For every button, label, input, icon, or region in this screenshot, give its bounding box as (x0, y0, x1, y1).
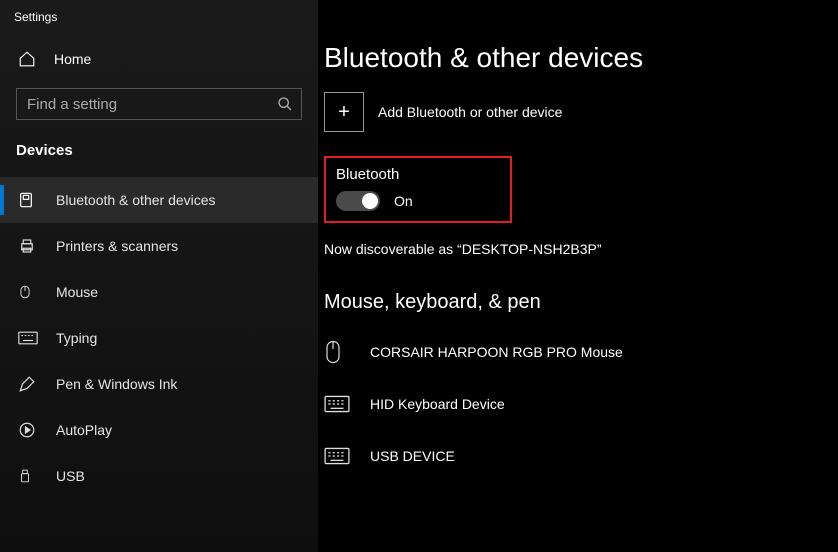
section-title: Devices (0, 134, 318, 167)
nav-item-label: Pen & Windows Ink (56, 376, 177, 392)
device-name: HID Keyboard Device (370, 396, 505, 412)
pen-icon (18, 375, 38, 393)
autoplay-icon (18, 421, 38, 439)
usb-icon (18, 467, 38, 485)
mouse-icon (324, 340, 352, 364)
device-name: USB DEVICE (370, 448, 455, 464)
bluetooth-icon (18, 190, 38, 210)
device-item[interactable]: CORSAIR HARPOON RGB PRO Mouse (324, 326, 838, 378)
search-input[interactable] (27, 96, 277, 113)
nav-item-bluetooth[interactable]: Bluetooth & other devices (0, 177, 318, 223)
device-name: CORSAIR HARPOON RGB PRO Mouse (370, 344, 623, 360)
nav-item-pen[interactable]: Pen & Windows Ink (0, 361, 318, 407)
devices-heading: Mouse, keyboard, & pen (324, 291, 838, 314)
nav-item-autoplay[interactable]: AutoPlay (0, 407, 318, 453)
plus-icon: + (324, 92, 364, 132)
bluetooth-toggle[interactable] (336, 191, 380, 211)
home-icon (18, 50, 36, 68)
add-device-label: Add Bluetooth or other device (378, 104, 562, 120)
search-box[interactable] (16, 88, 302, 120)
nav-item-mouse[interactable]: Mouse (0, 269, 318, 315)
nav-item-label: Mouse (56, 284, 98, 300)
keyboard-icon (324, 447, 352, 465)
discoverable-status: Now discoverable as “DESKTOP-NSH2B3P” (324, 241, 838, 257)
nav-item-printers[interactable]: Printers & scanners (0, 223, 318, 269)
window-title: Settings (0, 0, 318, 40)
nav-item-label: USB (56, 468, 85, 484)
page-heading: Bluetooth & other devices (324, 18, 838, 92)
keyboard-icon (324, 395, 352, 413)
nav-item-label: Typing (56, 330, 97, 346)
bluetooth-state: On (394, 193, 413, 209)
device-item[interactable]: USB DEVICE (324, 430, 838, 482)
device-item[interactable]: HID Keyboard Device (324, 378, 838, 430)
nav-item-label: Printers & scanners (56, 238, 178, 254)
nav-list: Bluetooth & other devices Printers & sca… (0, 177, 318, 499)
home-label: Home (54, 51, 91, 67)
search-icon (277, 96, 293, 112)
keyboard-icon (18, 331, 38, 345)
toggle-knob (362, 193, 378, 209)
bluetooth-label: Bluetooth (336, 166, 500, 183)
nav-item-usb[interactable]: USB (0, 453, 318, 499)
bluetooth-toggle-section: Bluetooth On (324, 156, 512, 223)
nav-item-typing[interactable]: Typing (0, 315, 318, 361)
add-device-button[interactable]: + Add Bluetooth or other device (324, 92, 838, 132)
mouse-icon (18, 283, 38, 301)
nav-item-label: AutoPlay (56, 422, 112, 438)
nav-item-label: Bluetooth & other devices (56, 192, 216, 208)
printer-icon (18, 237, 38, 255)
home-button[interactable]: Home (0, 40, 318, 78)
